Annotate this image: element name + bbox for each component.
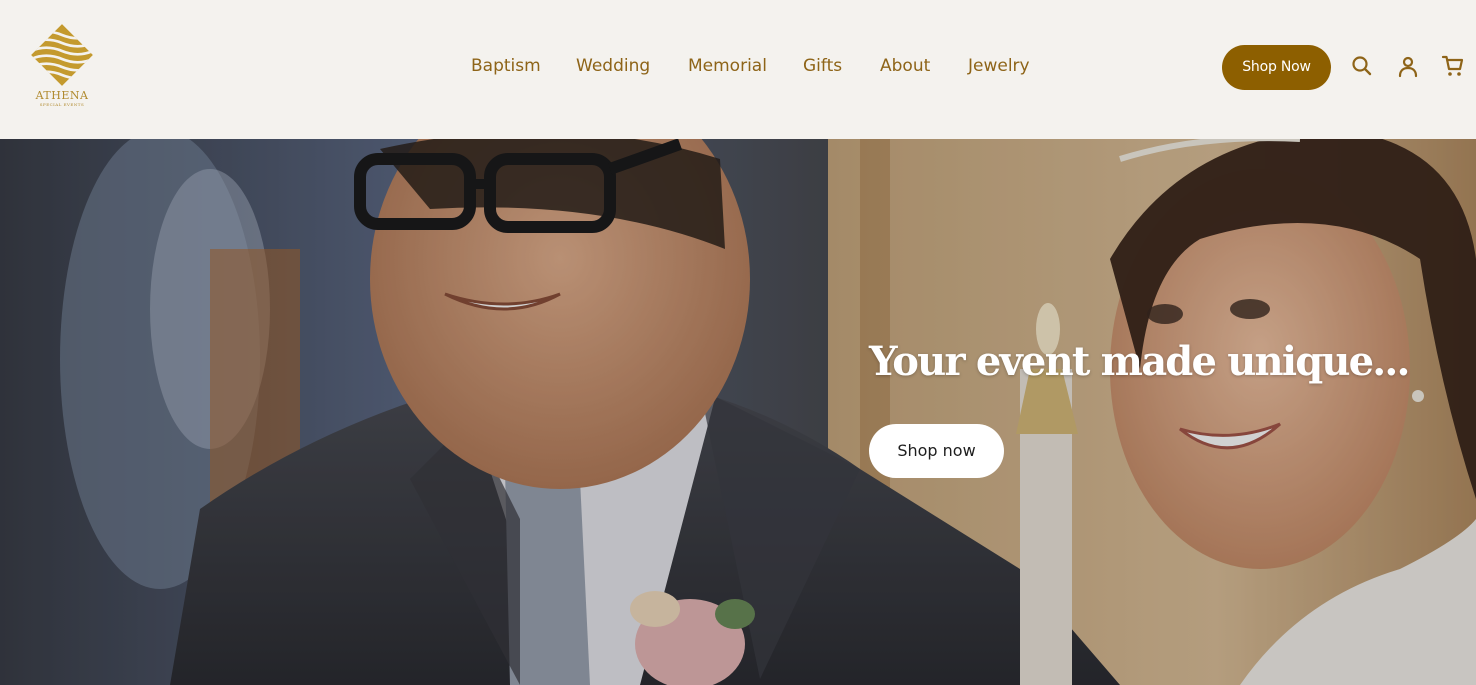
nav-item-gifts[interactable]: Gifts bbox=[803, 52, 842, 80]
site-header: ATHENA SPECIAL EVENTS Baptism Wedding Me… bbox=[0, 0, 1476, 139]
nav-item-baptism[interactable]: Baptism bbox=[471, 52, 541, 80]
nav-item-wedding[interactable]: Wedding bbox=[576, 52, 650, 80]
brand-tagline: SPECIAL EVENTS bbox=[39, 102, 85, 107]
search-icon[interactable] bbox=[1350, 54, 1374, 78]
nav-item-about[interactable]: About bbox=[880, 52, 930, 80]
hero-overlay bbox=[0, 139, 1476, 685]
hero-title: Your event made unique... bbox=[869, 338, 1411, 385]
brand-name: ATHENA bbox=[35, 89, 89, 102]
account-icon[interactable] bbox=[1396, 54, 1420, 78]
hero-shop-now-button[interactable]: Shop now bbox=[869, 424, 1004, 478]
cart-icon[interactable] bbox=[1441, 54, 1465, 78]
nav-item-memorial[interactable]: Memorial bbox=[688, 52, 767, 80]
nav-item-jewelry[interactable]: Jewelry bbox=[968, 52, 1030, 80]
hero-banner: Your event made unique... Shop now bbox=[0, 139, 1476, 685]
shop-now-button[interactable]: Shop Now bbox=[1222, 45, 1331, 90]
